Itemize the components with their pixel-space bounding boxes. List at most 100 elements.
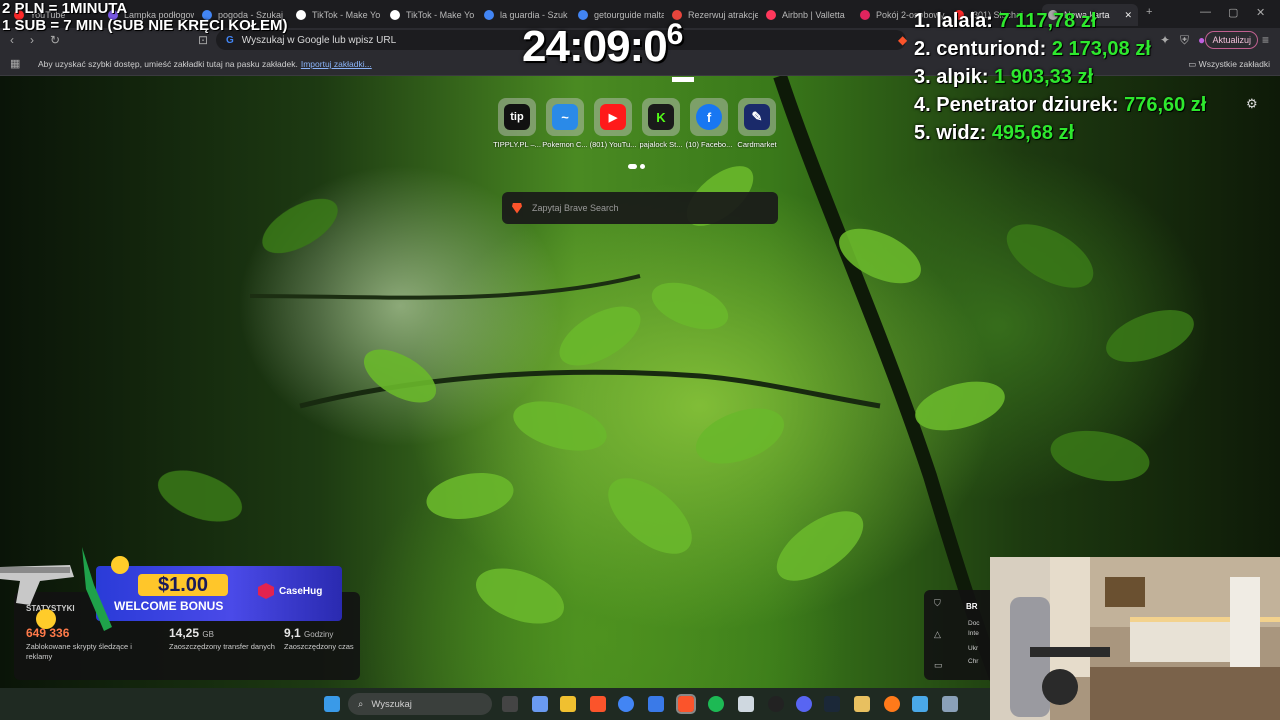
- maximize-icon[interactable]: ▢: [1228, 6, 1238, 19]
- copilot-icon[interactable]: [532, 696, 548, 712]
- stat-time: 9,1 Godziny Zaoszczędzony czas: [284, 626, 354, 652]
- ad-brand-name: CaseHug: [279, 585, 323, 597]
- taskbar-search[interactable]: ⌕ Wyszukaj: [348, 693, 492, 715]
- bookmarks-hint: Aby uzyskać szybki dostęp, umieść zakład…: [38, 59, 372, 69]
- firefox-icon[interactable]: [884, 696, 900, 712]
- speed-dial[interactable]: tip TIPPLY.PL –...: [493, 98, 541, 149]
- tab-title: la guardia - Szuk: [500, 10, 568, 20]
- panel-item[interactable]: Doc: [968, 620, 980, 627]
- speed-dial-label: Pokemon C...: [542, 140, 588, 149]
- panel-item[interactable]: Inte: [968, 630, 979, 637]
- leaderboard-name: widz:: [936, 122, 987, 144]
- rules-line-2: 1 SUB = 7 MIN (SUB NIE KRĘCI KOŁEM): [2, 17, 288, 34]
- store-icon[interactable]: [648, 696, 664, 712]
- browser-tab[interactable]: TikTok - Make Yo: [290, 4, 382, 26]
- donation-rules-overlay: 2 PLN = 1MINUTA 1 SUB = 7 MIN (SUB NIE K…: [2, 0, 287, 34]
- calculator-icon[interactable]: [942, 696, 958, 712]
- tv-icon[interactable]: ▭: [934, 660, 943, 671]
- tab-title: Rezerwuj atrakcje: [688, 10, 758, 20]
- timer-last-digit: 6: [666, 18, 684, 51]
- notepad-icon[interactable]: [738, 696, 754, 712]
- leaderboard-amount: 7 117,78 zł: [998, 10, 1097, 32]
- trackers-desc: Zablokowane skrypty śledzące i reklamy: [26, 642, 132, 661]
- obs-icon[interactable]: [768, 696, 784, 712]
- menu-icon[interactable]: ≡: [1262, 33, 1269, 47]
- speed-dial-label: TIPPLY.PL –...: [493, 140, 541, 149]
- speed-dial-icon: tip: [504, 104, 530, 130]
- customize-gear-icon[interactable]: ⚙: [1246, 96, 1258, 112]
- import-bookmarks-link[interactable]: Importuj zakładki...: [301, 59, 372, 69]
- speed-dial-label: pajalock St...: [639, 140, 683, 149]
- speed-dials: tip TIPPLY.PL –... ~ Pokemon C... ▶ (801) Y…: [493, 98, 778, 149]
- window-close-icon[interactable]: ✕: [1256, 6, 1265, 19]
- update-label: Aktualizuj: [1212, 35, 1251, 45]
- browser-tab[interactable]: Airbnb | Valletta: [760, 4, 852, 26]
- back-icon[interactable]: ‹: [10, 33, 14, 47]
- brave-logo-icon: [512, 202, 522, 214]
- time-unit: Godziny: [304, 630, 334, 639]
- page-dot[interactable]: [640, 164, 645, 169]
- leaderboard-name: centuriond:: [936, 38, 1047, 60]
- bandwidth-value: 14,25: [169, 626, 200, 640]
- brave-search-box[interactable]: Zapytaj Brave Search: [502, 192, 778, 224]
- rules-line-1: 2 PLN = 1MINUTA: [2, 0, 128, 17]
- warning-icon[interactable]: △: [934, 629, 943, 640]
- page-dot-active[interactable]: [628, 164, 637, 169]
- tab-title: TikTok - Make Yo: [312, 10, 381, 20]
- app-icon[interactable]: [912, 696, 928, 712]
- bookmark-icon[interactable]: ⊡: [198, 33, 208, 47]
- speed-dial[interactable]: Kpajalock St...: [640, 98, 682, 149]
- file-explorer-icon[interactable]: [560, 696, 576, 712]
- spotify-icon[interactable]: [708, 696, 724, 712]
- subathon-timer: 24:09:06: [522, 18, 683, 72]
- panel-heading: BR: [966, 602, 978, 611]
- chrome-icon[interactable]: [618, 696, 634, 712]
- panel-item[interactable]: Chr: [968, 658, 978, 665]
- casehug-ad-banner[interactable]: $1.00 WELCOME BONUS CaseHug: [96, 566, 342, 621]
- speed-dial-label: Cardmarket: [737, 140, 777, 149]
- tab-favicon: [296, 10, 306, 20]
- time-value: 9,1: [284, 626, 301, 640]
- steam-icon[interactable]: [824, 696, 840, 712]
- app-icon[interactable]: [854, 696, 870, 712]
- leaderboard-rank: 3.: [914, 66, 931, 88]
- reload-icon[interactable]: ↻: [50, 33, 60, 47]
- apps-grid-icon[interactable]: ▦: [10, 57, 20, 70]
- webcam-feed: [990, 557, 1280, 720]
- speed-dial-tile: ~: [546, 98, 584, 136]
- panel-item[interactable]: Ukr: [968, 645, 978, 652]
- task-view-icon[interactable]: [502, 696, 518, 712]
- brave-news-panel: ⛉ △ ▭ BR Doc Inte Ukr Chr: [924, 590, 996, 680]
- speed-dial[interactable]: ▶ (801) YouTu...: [590, 98, 636, 149]
- speed-dial-pagination[interactable]: [628, 164, 645, 169]
- forward-icon[interactable]: ›: [30, 33, 34, 47]
- search-icon: ⌕: [358, 698, 364, 710]
- leaderboard-amount: 495,68 zł: [991, 122, 1075, 144]
- bookmarks-hint-text: Aby uzyskać szybki dostęp, umieść zakład…: [38, 59, 298, 69]
- leaderboard-name: Penetrator dziurek:: [936, 94, 1119, 116]
- leaderboard-name: lalala:: [936, 10, 993, 32]
- timer-cursor-bar: [672, 77, 694, 82]
- speed-dial[interactable]: ✎ Cardmarket: [736, 98, 778, 149]
- brave-active-icon[interactable]: [676, 694, 696, 714]
- speed-dial[interactable]: f (10) Facebo...: [686, 98, 732, 149]
- discord-icon[interactable]: [796, 696, 812, 712]
- speed-dial-tile: K: [642, 98, 680, 136]
- update-button[interactable]: Aktualizuj: [1205, 31, 1258, 49]
- browser-tab[interactable]: TikTok - Make Yo: [384, 4, 476, 26]
- brave-shields-icon[interactable]: ◆: [898, 33, 907, 47]
- leaderboard-row: 5. widz: 495,68 zł: [914, 119, 1206, 147]
- shield-icon[interactable]: ⛉: [934, 598, 943, 609]
- leaderboard-row: 1. lalala: 7 117,78 zł: [914, 7, 1206, 35]
- casehug-logo-icon: [258, 583, 274, 599]
- tab-favicon: [860, 10, 870, 20]
- speed-dial[interactable]: ~ Pokemon C...: [542, 98, 588, 149]
- address-bar-placeholder: Wyszukaj w Google lub wpisz URL: [241, 34, 397, 46]
- taskbar-search-label: Wyszukaj: [371, 698, 412, 710]
- panel-icon-column: ⛉ △ ▭: [934, 598, 943, 671]
- leaderboard-row: 2. centuriond: 2 173,08 zł: [914, 35, 1206, 63]
- google-icon: G: [226, 34, 234, 46]
- start-icon[interactable]: [324, 696, 340, 712]
- brave-icon[interactable]: [590, 696, 606, 712]
- ad-welcome-text: WELCOME BONUS: [114, 599, 224, 613]
